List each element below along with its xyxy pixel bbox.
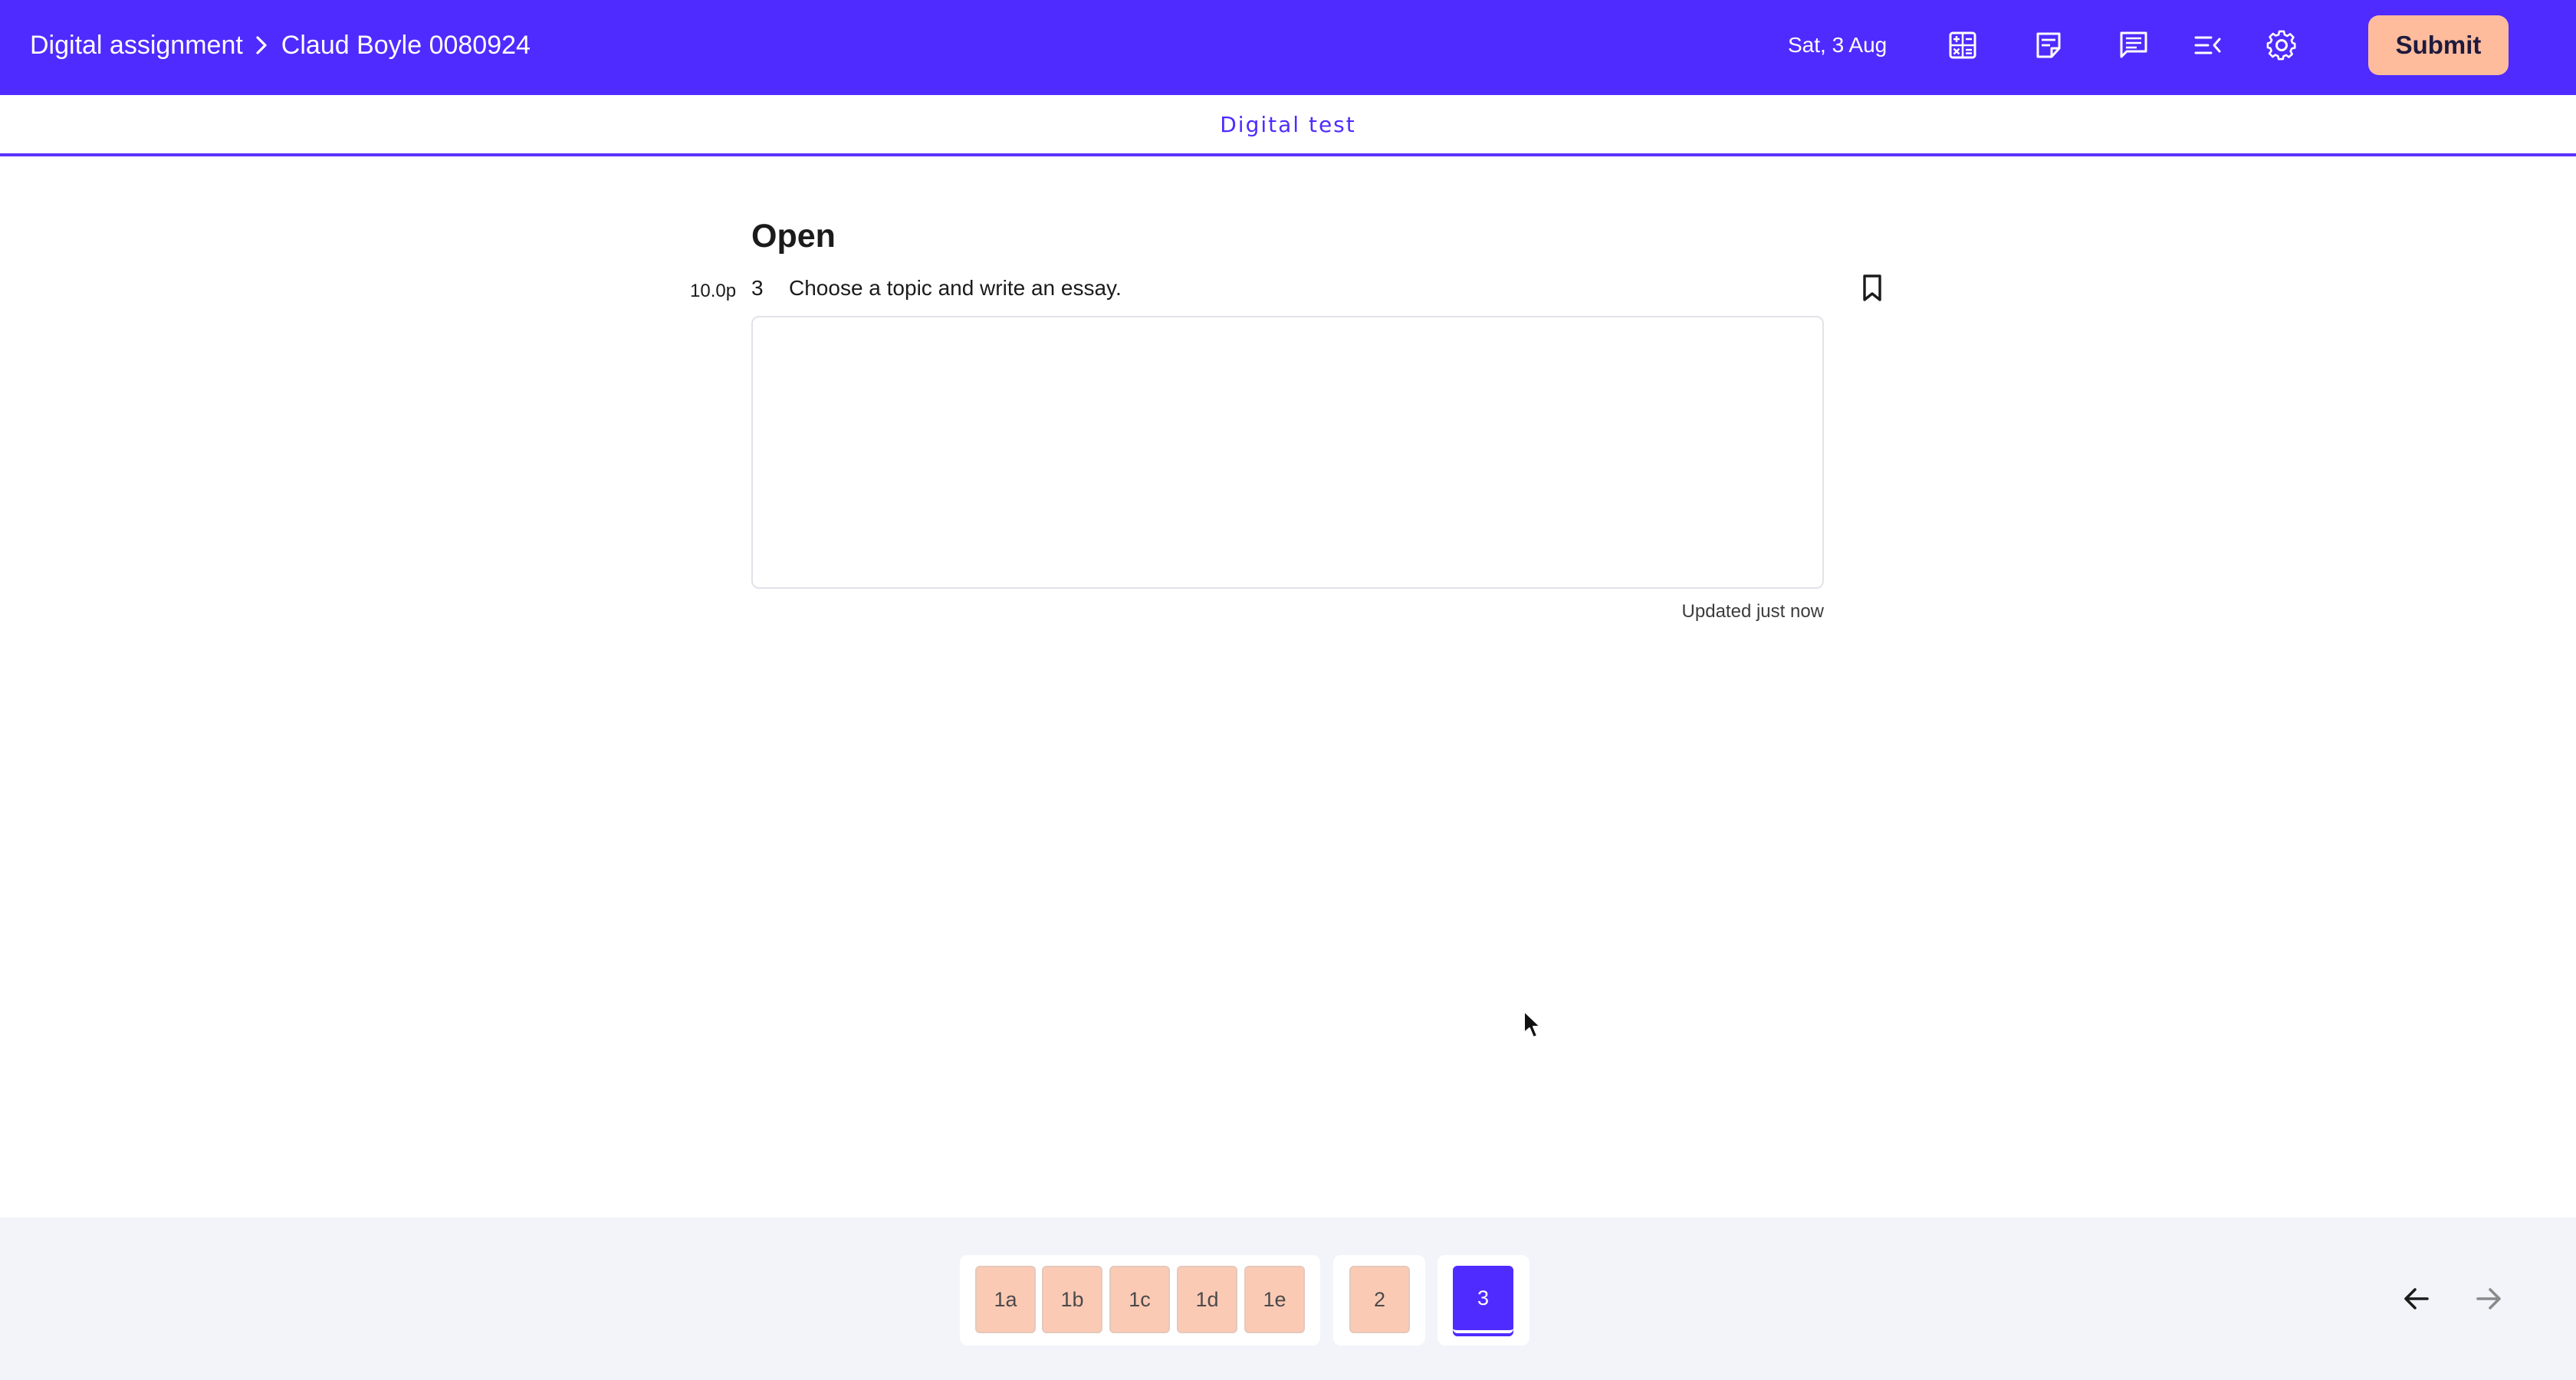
- chat-button[interactable]: [2111, 23, 2156, 67]
- collapse-menu-icon: [2194, 36, 2221, 54]
- section-header: Digital test: [0, 95, 2576, 156]
- question-text: Choose a topic and write an essay.: [789, 276, 1122, 300]
- chat-icon: [2120, 31, 2147, 58]
- date-label: Sat, 3 Aug: [1788, 33, 1888, 57]
- settings-button[interactable]: [2259, 23, 2304, 67]
- question-button-3[interactable]: 3: [1453, 1266, 1513, 1333]
- bookmark-icon: [1863, 274, 1881, 301]
- breadcrumb-assignment[interactable]: Digital assignment: [30, 31, 243, 61]
- question-points: 10.0p: [690, 281, 737, 301]
- question-button-1e[interactable]: 1e: [1244, 1266, 1305, 1333]
- notes-button[interactable]: [2026, 23, 2071, 67]
- mouse-cursor-icon: [1523, 1010, 1541, 1038]
- arrow-right-icon: [2476, 1288, 2501, 1309]
- chevron-right-icon: [254, 35, 269, 55]
- question-button-1c[interactable]: 1c: [1109, 1266, 1170, 1333]
- save-status: Updated just now: [1681, 601, 1824, 622]
- question-number: 3: [751, 276, 764, 300]
- question-button-2[interactable]: 2: [1349, 1266, 1410, 1333]
- collapse-menu-button[interactable]: [2186, 23, 2230, 67]
- breadcrumb: Digital assignment Claud Boyle 0080924: [30, 0, 531, 90]
- section-title: Digital test: [1220, 111, 1356, 137]
- top-bar: Digital assignment Claud Boyle 0080924 S…: [0, 0, 2576, 95]
- question-button-1d[interactable]: 1d: [1177, 1266, 1237, 1333]
- breadcrumb-student: Claud Boyle 0080924: [281, 30, 531, 60]
- gear-icon: [2266, 30, 2296, 61]
- question-button-1a[interactable]: 1a: [975, 1266, 1036, 1333]
- arrow-left-icon: [2404, 1288, 2429, 1309]
- answer-input[interactable]: [751, 316, 1824, 589]
- question-heading: Open: [751, 218, 836, 255]
- calculator-icon: [1949, 31, 1976, 59]
- calculator-button[interactable]: [1940, 23, 1985, 67]
- bookmark-button[interactable]: [1858, 273, 1886, 304]
- previous-question-button[interactable]: [2395, 1277, 2438, 1320]
- submit-button[interactable]: Submit: [2368, 15, 2509, 75]
- question-button-1b[interactable]: 1b: [1042, 1266, 1102, 1333]
- notes-icon: [2036, 32, 2061, 58]
- next-question-button[interactable]: [2467, 1277, 2510, 1320]
